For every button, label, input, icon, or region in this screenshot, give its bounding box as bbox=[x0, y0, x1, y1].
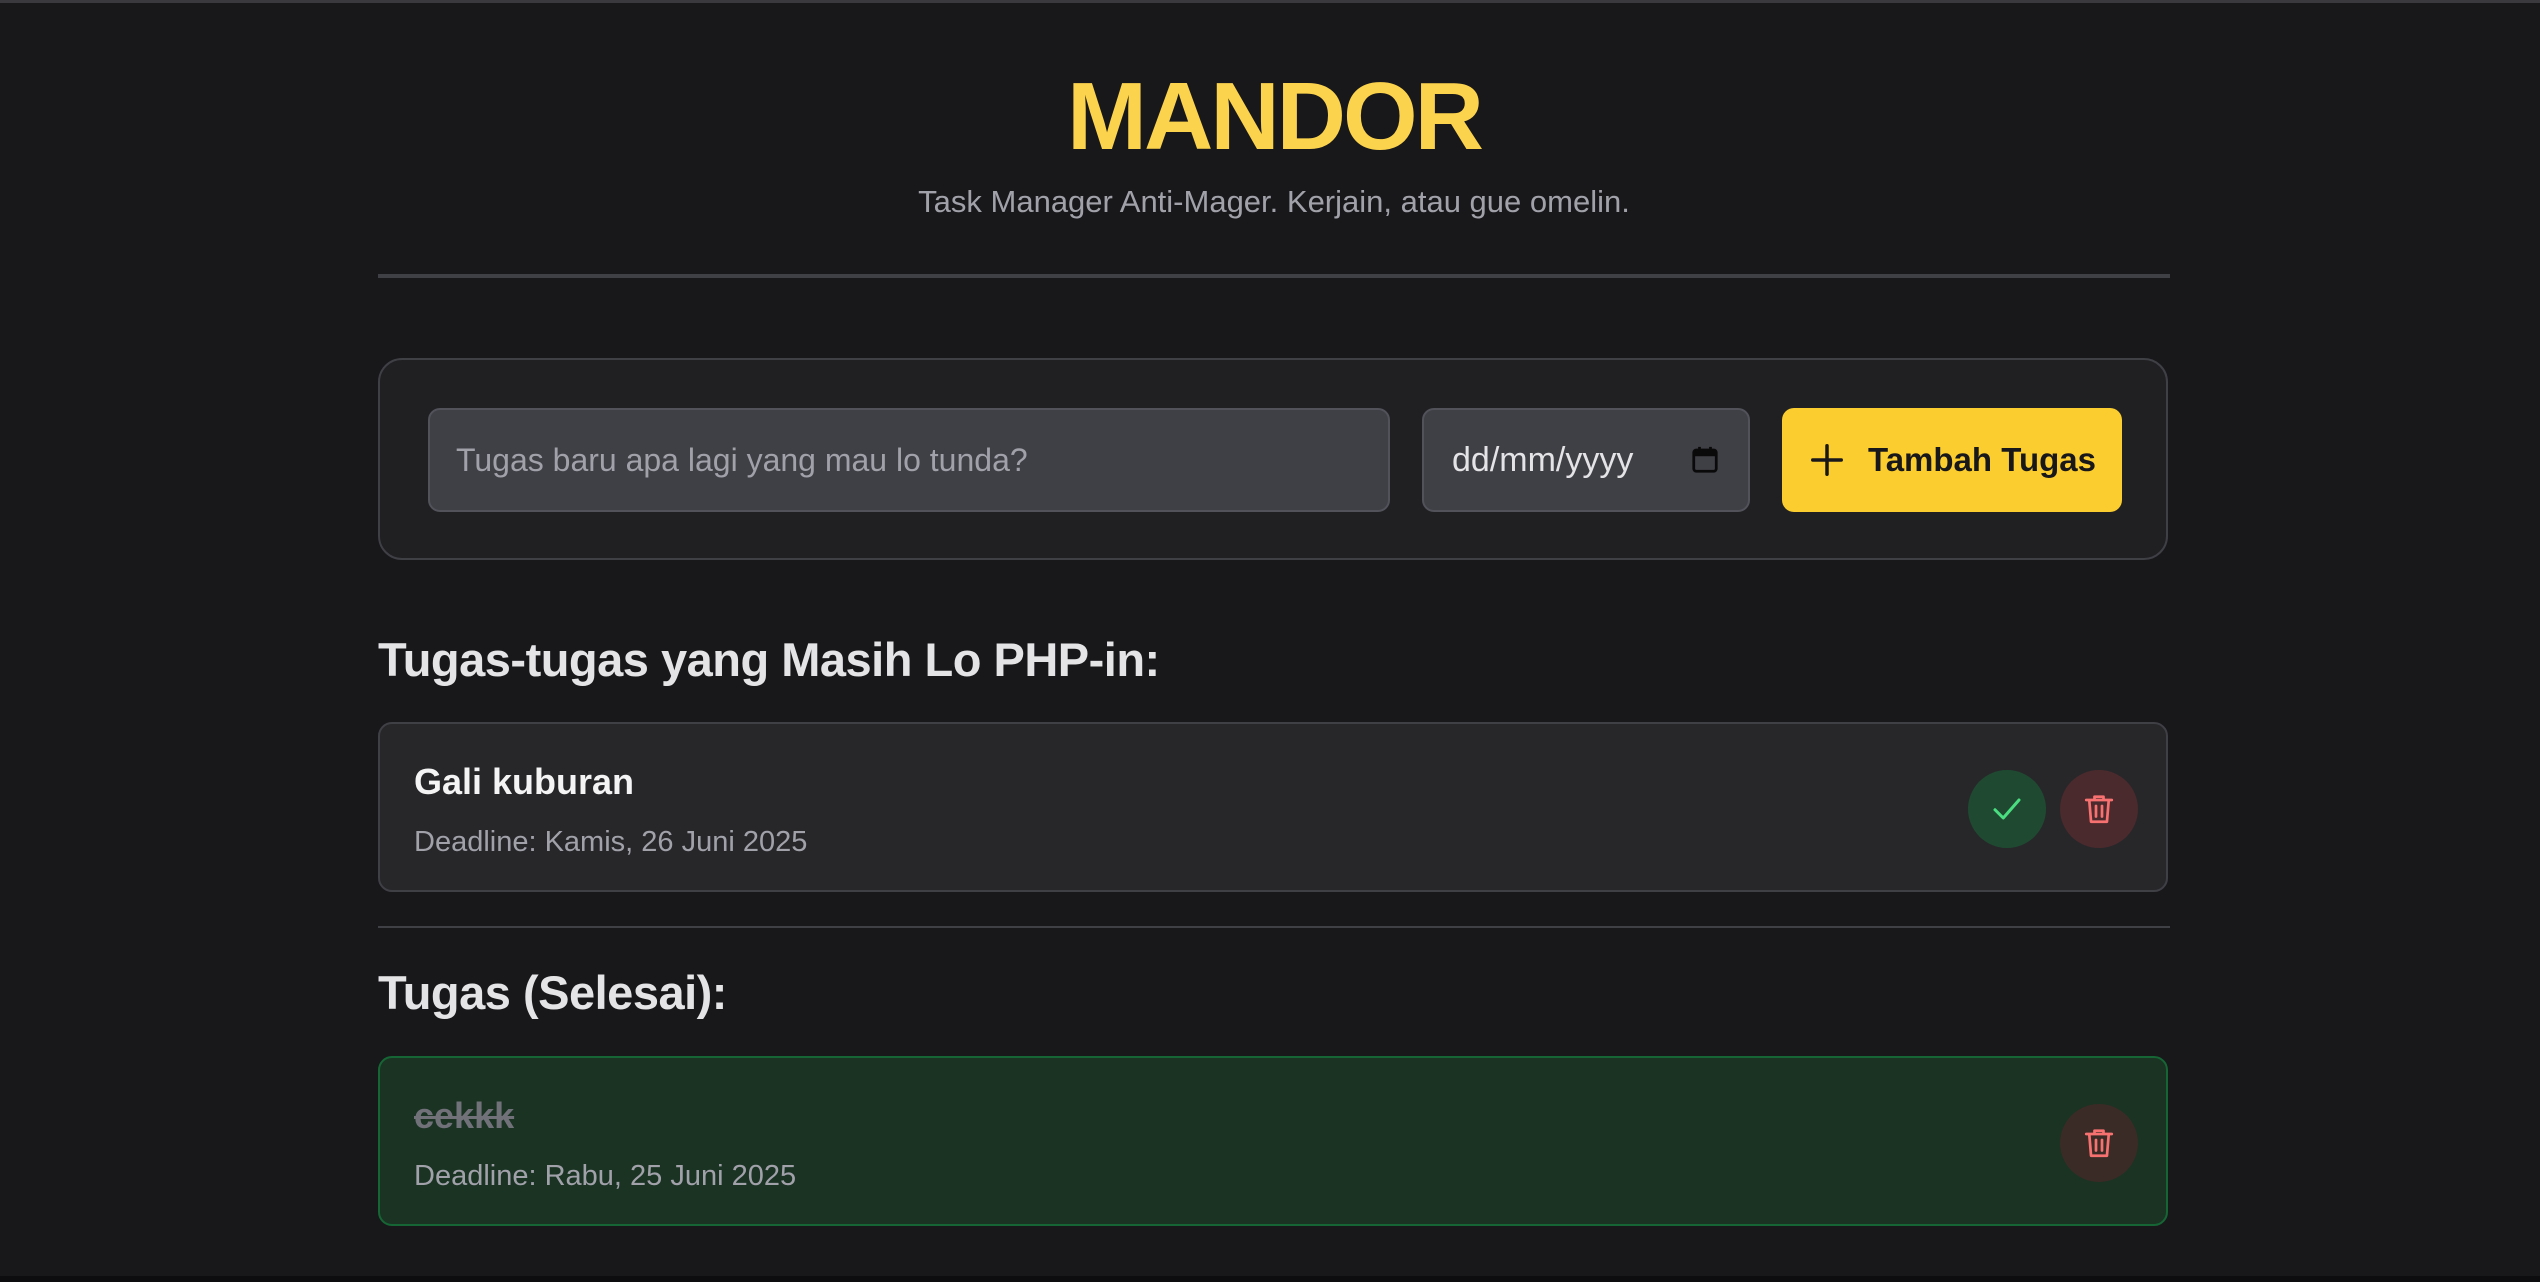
delete-task-button[interactable] bbox=[2060, 770, 2138, 848]
check-icon bbox=[1993, 798, 2021, 820]
add-task-button[interactable]: Tambah Tugas bbox=[1782, 408, 2122, 512]
app-root: MANDOR Task Manager Anti-Mager. Kerjain,… bbox=[0, 0, 2540, 1282]
completed-task-name: cekkk bbox=[414, 1095, 515, 1136]
date-placeholder: dd/mm/yyyy bbox=[1452, 440, 1634, 479]
calendar-icon[interactable] bbox=[1690, 445, 1720, 475]
task-input[interactable] bbox=[428, 408, 1390, 512]
add-task-form: dd/mm/yyyy Tambah Tugas bbox=[378, 358, 2168, 560]
complete-task-button[interactable] bbox=[1968, 770, 2046, 848]
app-title: MANDOR bbox=[1067, 63, 1484, 170]
pending-heading: Tugas-tugas yang Masih Lo PHP-in: bbox=[378, 633, 1160, 686]
trash-icon bbox=[2084, 795, 2114, 824]
completed-task-deadline: Deadline: Rabu, 25 Juni 2025 bbox=[414, 1160, 797, 1192]
window-top-edge bbox=[0, 0, 2540, 3]
add-task-label: Tambah Tugas bbox=[1868, 441, 2096, 478]
header-divider bbox=[378, 274, 2170, 278]
plus-icon bbox=[1811, 444, 1843, 476]
app-subtitle: Task Manager Anti-Mager. Kerjain, atau g… bbox=[918, 184, 1630, 219]
completed-heading: Tugas (Selesai): bbox=[378, 966, 727, 1019]
task-name: Gali kuburan bbox=[414, 761, 635, 802]
trash-icon bbox=[2084, 1129, 2114, 1158]
task-deadline: Deadline: Kamis, 26 Juni 2025 bbox=[414, 826, 808, 858]
delete-completed-task-button[interactable] bbox=[2060, 1104, 2138, 1182]
task-item: Gali kuburan Deadline: Kamis, 26 Juni 20… bbox=[378, 722, 2168, 892]
completed-task-item: cekkk Deadline: Rabu, 25 Juni 2025 bbox=[378, 1056, 2168, 1226]
deadline-date-input[interactable]: dd/mm/yyyy bbox=[1422, 408, 1750, 512]
section-divider bbox=[378, 926, 2170, 928]
window-bottom-edge bbox=[0, 1276, 2540, 1282]
